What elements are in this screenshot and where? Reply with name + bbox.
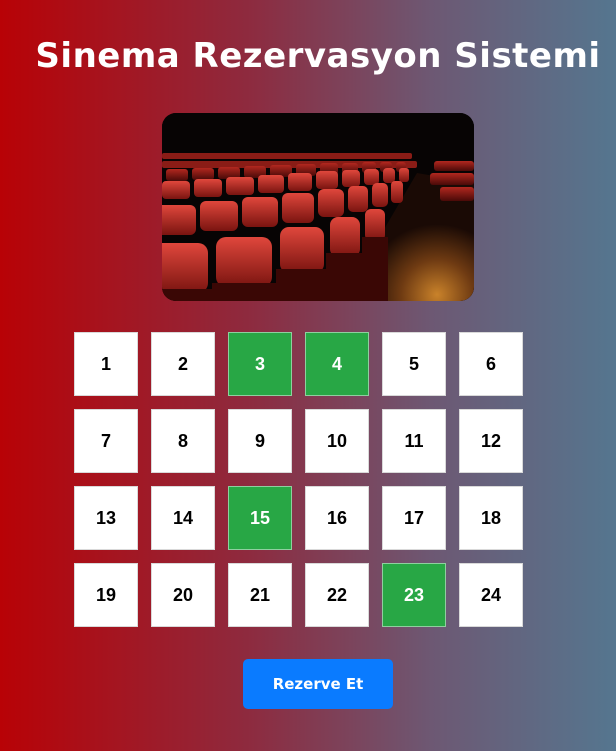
seat-18[interactable]: 18 [459, 486, 523, 550]
seat-4[interactable]: 4 [305, 332, 369, 396]
seat-19[interactable]: 19 [74, 563, 138, 627]
seat-3[interactable]: 3 [228, 332, 292, 396]
seat-20[interactable]: 20 [151, 563, 215, 627]
seat-14[interactable]: 14 [151, 486, 215, 550]
seat-15[interactable]: 15 [228, 486, 292, 550]
seat-6[interactable]: 6 [459, 332, 523, 396]
seat-12[interactable]: 12 [459, 409, 523, 473]
page-title: Sinema Rezervasyon Sistemi [35, 36, 601, 76]
seat-1[interactable]: 1 [74, 332, 138, 396]
seat-13[interactable]: 13 [74, 486, 138, 550]
cinema-hero-image [162, 113, 474, 301]
seat-21[interactable]: 21 [228, 563, 292, 627]
reserve-button[interactable]: Rezerve Et [243, 659, 393, 709]
seat-24[interactable]: 24 [459, 563, 523, 627]
seat-5[interactable]: 5 [382, 332, 446, 396]
seat-11[interactable]: 11 [382, 409, 446, 473]
seat-2[interactable]: 2 [151, 332, 215, 396]
seat-17[interactable]: 17 [382, 486, 446, 550]
seat-22[interactable]: 22 [305, 563, 369, 627]
seat-8[interactable]: 8 [151, 409, 215, 473]
seat-10[interactable]: 10 [305, 409, 369, 473]
seat-9[interactable]: 9 [228, 409, 292, 473]
seat-16[interactable]: 16 [305, 486, 369, 550]
seat-7[interactable]: 7 [74, 409, 138, 473]
seat-grid: 1 2 3 4 5 6 7 8 9 10 11 12 13 14 15 16 17 18 19 20 21 22 23 24 [74, 332, 523, 627]
seat-23[interactable]: 23 [382, 563, 446, 627]
